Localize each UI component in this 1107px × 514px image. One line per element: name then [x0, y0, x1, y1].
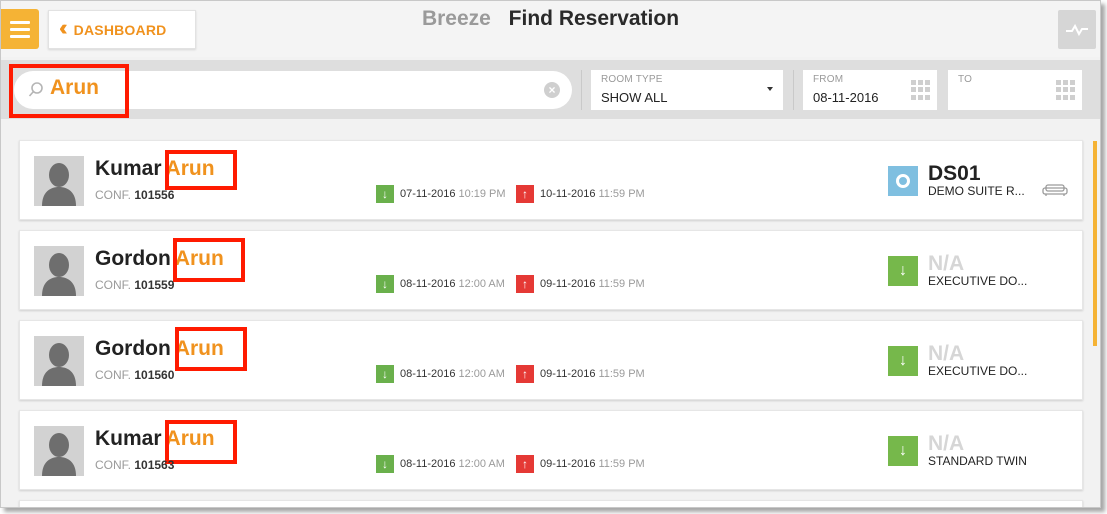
departure-time: 11:59 PM: [598, 458, 645, 470]
calendar-icon[interactable]: [911, 80, 931, 100]
arrow-up-icon: ↑: [516, 365, 534, 383]
room-number: N/A: [928, 342, 965, 365]
arrival-time: 10:19 PM: [458, 188, 506, 200]
calendar-icon[interactable]: [1056, 80, 1076, 100]
avatar: [34, 246, 84, 296]
from-label: FROM: [813, 74, 844, 85]
room-type: EXECUTIVE DO...: [928, 364, 1028, 378]
departure-time: 11:59 PM: [598, 368, 645, 380]
in-house-status-icon: [888, 166, 918, 196]
arrow-up-icon: ↑: [516, 185, 534, 203]
guest-last-name: Gordon: [95, 337, 171, 360]
from-value: 08-11-2016: [813, 90, 879, 105]
guest-last-name: Kumar: [95, 157, 162, 180]
to-label: TO: [958, 74, 973, 85]
room-type: DEMO SUITE R...: [928, 184, 1025, 198]
page-title-text: Find Reservation: [508, 7, 680, 30]
arriving-status-icon: ↓: [888, 436, 918, 466]
room-number: DS01: [928, 162, 981, 185]
reservation-card[interactable]: Gordon Arun CONF. 101560 ↓ 08-11-2016 12:…: [19, 320, 1083, 400]
departure-time: 11:59 PM: [598, 278, 645, 290]
conf-value: 101556: [134, 188, 175, 202]
departure-date-text: 09-11-2016: [540, 278, 596, 290]
guest-last-name: Gordon: [95, 247, 171, 270]
highlight-box: [175, 327, 247, 371]
departure-date: ↑ 10-11-2016 11:59 PM: [516, 185, 645, 203]
header: ‹‹ DASHBOARD Breeze Find Reservation: [1, 1, 1100, 57]
arrival-date-text: 08-11-2016: [400, 368, 456, 380]
arrival-date-text: 08-11-2016: [400, 458, 456, 470]
arriving-status-icon: ↓: [888, 256, 918, 286]
pulse-icon[interactable]: [1058, 10, 1096, 49]
confirmation-number: CONF. 101563: [95, 458, 174, 472]
arrival-date-text: 07-11-2016: [400, 188, 456, 200]
search-input[interactable]: Arun ×: [9, 64, 572, 118]
conf-label: CONF.: [95, 458, 131, 472]
highlight-box: [165, 150, 237, 190]
arrival-date: ↓ 08-11-2016 12:00 AM: [376, 275, 505, 293]
divider: [793, 70, 794, 110]
departure-time: 11:59 PM: [598, 188, 645, 200]
arrival-date: ↓ 07-11-2016 10:19 PM: [376, 185, 506, 203]
arrival-date-text: 08-11-2016: [400, 278, 456, 290]
sofa-icon: [1042, 184, 1068, 196]
room-number: N/A: [928, 432, 965, 455]
conf-label: CONF.: [95, 278, 131, 292]
confirmation-number: CONF. 101559: [95, 278, 174, 292]
departure-date: ↑ 09-11-2016 11:59 PM: [516, 365, 645, 383]
arriving-status-icon: ↓: [888, 346, 918, 376]
from-date-field[interactable]: FROM 08-11-2016: [803, 70, 937, 110]
avatar: [34, 426, 84, 476]
page-title: Breeze Find Reservation: [1, 7, 1100, 31]
arrow-up-icon: ↑: [516, 275, 534, 293]
room-type-select[interactable]: ROOM TYPE SHOW ALL: [591, 70, 783, 110]
filter-bar: Arun × ROOM TYPE SHOW ALL FROM 08-11-201…: [1, 60, 1100, 119]
departure-date: ↑ 09-11-2016 11:59 PM: [516, 275, 645, 293]
highlight-box: [165, 420, 237, 464]
highlight-box: [173, 238, 245, 282]
room-type: EXECUTIVE DO...: [928, 274, 1028, 288]
room-type-label: ROOM TYPE: [601, 74, 663, 85]
conf-value: 101563: [134, 458, 175, 472]
room-type: STANDARD TWIN: [928, 454, 1027, 468]
arrow-down-icon: ↓: [376, 185, 394, 203]
highlight-box: [9, 64, 129, 118]
clear-icon[interactable]: ×: [544, 82, 560, 98]
scrollbar[interactable]: [1093, 141, 1097, 346]
reservation-card[interactable]: Gordon Arun CONF. 101559 ↓ 08-11-2016 12:…: [19, 230, 1083, 310]
reservation-card[interactable]: Kumar Arun CONF. 101556 ↓ 07-11-2016 10:1…: [19, 140, 1083, 220]
avatar: [34, 156, 84, 206]
confirmation-number: CONF. 101560: [95, 368, 174, 382]
guest-last-name: Kumar: [95, 427, 162, 450]
avatar: [34, 336, 84, 386]
room-number: N/A: [928, 252, 965, 275]
arrow-up-icon: ↑: [516, 455, 534, 473]
conf-label: CONF.: [95, 368, 131, 382]
arrival-time: 12:00 AM: [458, 368, 505, 380]
app-frame: ‹‹ DASHBOARD Breeze Find Reservation Aru…: [0, 0, 1101, 508]
conf-value: 101560: [134, 368, 175, 382]
arrow-down-icon: ↓: [376, 455, 394, 473]
arrival-time: 12:00 AM: [458, 458, 505, 470]
confirmation-number: CONF. 101556: [95, 188, 174, 202]
departure-date-text: 10-11-2016: [540, 188, 596, 200]
arrow-down-icon: ↓: [376, 365, 394, 383]
arrow-down-icon: ↓: [376, 275, 394, 293]
departure-date-text: 09-11-2016: [540, 458, 596, 470]
arrival-date: ↓ 08-11-2016 12:00 AM: [376, 365, 505, 383]
arrival-date: ↓ 08-11-2016 12:00 AM: [376, 455, 505, 473]
to-date-field[interactable]: TO: [948, 70, 1082, 110]
conf-label: CONF.: [95, 188, 131, 202]
departure-date: ↑ 09-11-2016 11:59 PM: [516, 455, 645, 473]
conf-value: 101559: [134, 278, 175, 292]
reservation-card[interactable]: Kumar Arun CONF. 101563 ↓ 08-11-2016 12:0…: [19, 410, 1083, 490]
divider: [581, 70, 582, 110]
brand-name: Breeze: [421, 7, 491, 30]
reservation-card[interactable]: [19, 500, 1083, 507]
caret-down-icon: [767, 87, 773, 91]
arrival-time: 12:00 AM: [458, 278, 505, 290]
room-type-value: SHOW ALL: [601, 90, 668, 105]
departure-date-text: 09-11-2016: [540, 368, 596, 380]
